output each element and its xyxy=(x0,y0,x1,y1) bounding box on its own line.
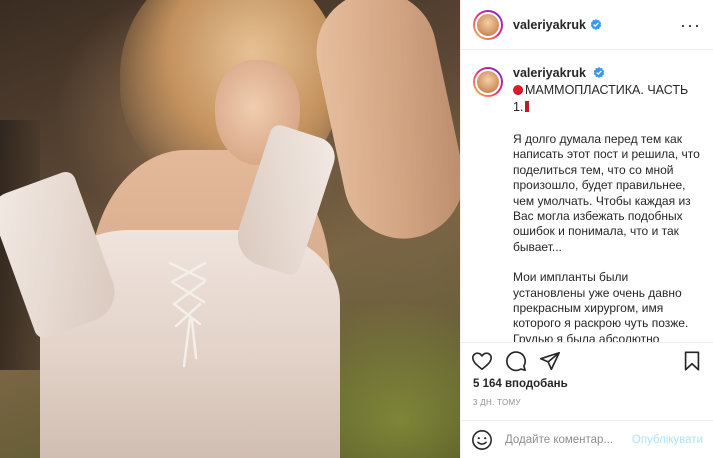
red-marker-emoji-icon xyxy=(525,101,530,112)
caption-title-text: МАММОПЛАСТИКА. ЧАСТЬ 1. xyxy=(513,83,689,114)
verified-badge-icon xyxy=(590,18,602,30)
caption-title: МАММОПЛАСТИКА. ЧАСТЬ 1. xyxy=(513,82,701,116)
more-horizontal-icon[interactable]: ··· xyxy=(680,16,701,34)
username-link[interactable]: valeriyakruk xyxy=(513,18,586,32)
likes-count[interactable]: 5 164 вподобань xyxy=(473,378,568,390)
caption-username-link[interactable]: valeriyakruk xyxy=(513,66,586,80)
caption-header: valeriyakruk МАММОПЛАСТИКА. ЧАСТЬ 1. xyxy=(473,65,701,116)
verified-badge-icon xyxy=(594,67,605,78)
heart-icon[interactable] xyxy=(471,350,493,372)
comment-bar: Опублікувати xyxy=(461,420,713,458)
paper-plane-icon[interactable] xyxy=(539,350,561,372)
publish-button[interactable]: Опублікувати xyxy=(632,434,703,446)
caption-title-block: valeriyakruk МАММОПЛАСТИКА. ЧАСТЬ 1. xyxy=(513,65,701,116)
avatar-image xyxy=(475,69,501,95)
avatar-image xyxy=(475,11,501,38)
photo-lace xyxy=(168,261,207,368)
action-bar xyxy=(461,342,713,378)
caption-paragraph: Мои импланты были установлены уже очень … xyxy=(513,270,689,342)
post-header: valeriyakruk ··· xyxy=(461,0,713,50)
bookmark-icon[interactable] xyxy=(681,350,703,372)
post-side-panel: valeriyakruk ··· valeriyakruk МАММОПЛАСТ… xyxy=(460,0,713,458)
post-photo[interactable] xyxy=(0,0,460,458)
caption-paragraph: Я долго думала перед тем как написать эт… xyxy=(513,132,700,254)
avatar[interactable] xyxy=(473,9,503,40)
instagram-post: valeriyakruk ··· valeriyakruk МАММОПЛАСТ… xyxy=(0,0,713,458)
emoji-icon[interactable] xyxy=(471,429,493,451)
comment-input[interactable] xyxy=(505,433,626,446)
caption-text: Я долго думала перед тем как написать эт… xyxy=(513,132,703,342)
post-timestamp[interactable]: 3 дн. тому xyxy=(473,398,521,407)
red-circle-emoji-icon xyxy=(513,85,523,95)
comment-icon[interactable] xyxy=(505,350,527,372)
caption-avatar[interactable] xyxy=(473,67,503,97)
caption-area: valeriyakruk МАММОПЛАСТИКА. ЧАСТЬ 1. Я д… xyxy=(461,51,713,342)
